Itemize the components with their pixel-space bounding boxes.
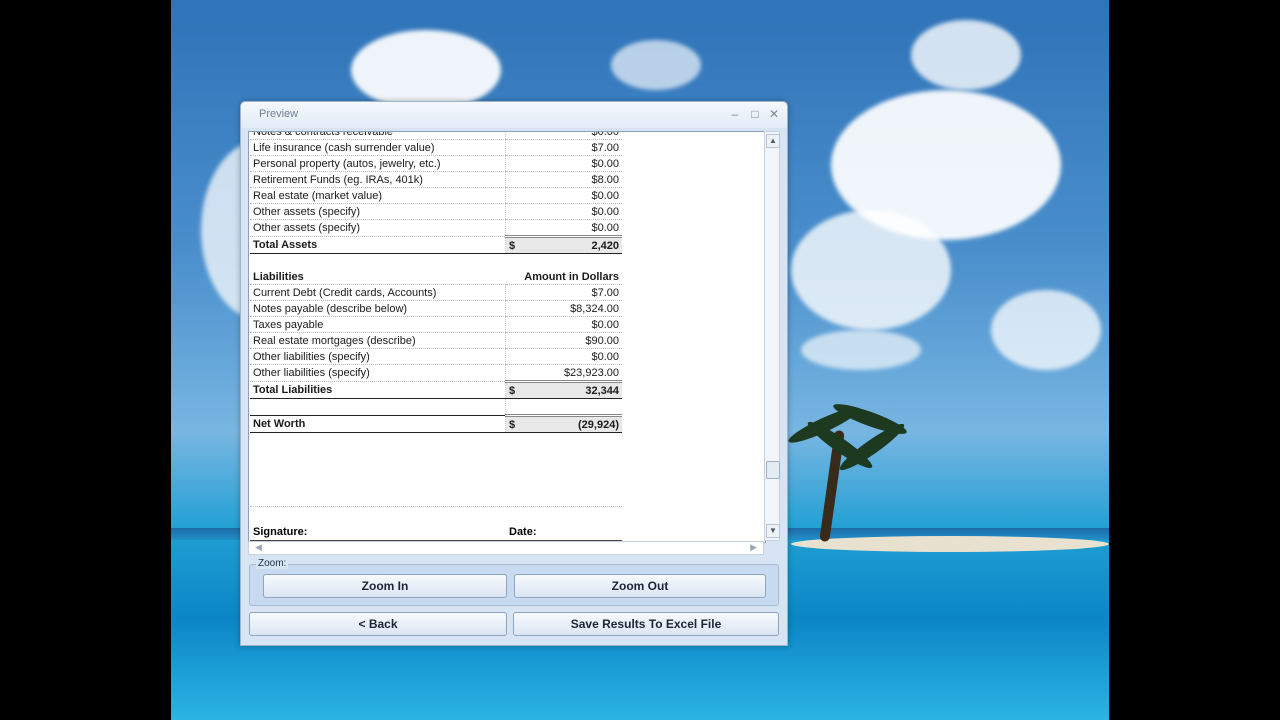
cloud	[611, 40, 701, 90]
spacer-row	[250, 398, 622, 416]
liabilities-heading: Liabilities	[250, 269, 506, 285]
arrow-right-icon[interactable]: ▶	[750, 542, 757, 553]
row-label: Notes payable (describe below)	[250, 300, 506, 317]
back-button[interactable]: < Back	[249, 612, 507, 636]
table-row: Notes payable (describe below) $8,324.00	[250, 300, 622, 317]
spacer-row	[250, 254, 622, 270]
row-value: $8.00	[505, 171, 622, 188]
row-value: $0.00	[505, 316, 622, 333]
arrow-down-icon[interactable]: ▼	[766, 524, 780, 538]
zoom-group: Zoom: Zoom In Zoom Out	[249, 558, 779, 606]
row-label: Real estate (market value)	[250, 187, 506, 204]
zoom-in-button[interactable]: Zoom In	[263, 574, 507, 598]
zoom-legend: Zoom:	[256, 558, 289, 569]
arrow-left-icon[interactable]: ◀	[255, 542, 262, 553]
row-value: $0.00	[505, 203, 622, 220]
currency-symbol: $	[509, 384, 516, 397]
total-liabilities-label: Total Liabilities	[250, 381, 506, 399]
row-value: $7.00	[505, 139, 622, 156]
row-label: Personal property (autos, jewelry, etc.)	[250, 155, 506, 172]
row-label: Other assets (specify)	[250, 219, 506, 237]
close-button[interactable]: ✕	[766, 106, 782, 122]
title-bar[interactable]: Preview – □ ✕	[241, 102, 787, 128]
table-row: Personal property (autos, jewelry, etc.)…	[250, 155, 622, 172]
signature-label: Signature:	[253, 526, 308, 538]
cloud	[801, 330, 921, 370]
row-value: $90.00	[505, 332, 622, 349]
date-label: Date:	[509, 526, 537, 538]
net-worth-value: $ (29,924)	[505, 414, 622, 433]
total-assets-value: $2,420	[505, 235, 622, 254]
net-worth-label: Net Worth	[250, 415, 506, 433]
table-row: Other liabilities (specify) $0.00	[250, 348, 622, 365]
total-liabilities-amount: 32,344	[585, 384, 619, 397]
table-row: Life insurance (cash surrender value) $7…	[250, 139, 622, 156]
zoom-out-button[interactable]: Zoom Out	[514, 574, 766, 598]
table-row: Real estate (market value) $0.00	[250, 187, 622, 204]
cloud	[911, 20, 1021, 90]
row-value: $8,324.00	[505, 300, 622, 317]
row-value: $0.00	[505, 132, 622, 140]
row-label: Other liabilities (specify)	[250, 348, 506, 365]
row-label: Real estate mortgages (describe)	[250, 332, 506, 349]
table-row: Taxes payable $0.00	[250, 316, 622, 333]
currency-symbol: $	[509, 239, 516, 252]
row-label: Current Debt (Credit cards, Accounts)	[250, 284, 506, 301]
signature-divider	[250, 506, 622, 507]
table-row: Notes & contracts receivable $0.00	[250, 132, 622, 140]
signature-row: Signature: Date:	[250, 526, 622, 541]
currency-symbol: $	[509, 418, 516, 431]
row-label: Other assets (specify)	[250, 203, 506, 220]
row-value: $0.00	[505, 219, 622, 237]
row-value: $7.00	[505, 284, 622, 301]
table-row: Real estate mortgages (describe) $90.00	[250, 332, 622, 349]
cloud	[991, 290, 1101, 370]
row-label: Other liabilities (specify)	[250, 364, 506, 382]
total-liabilities-row: Total Liabilities $32,344	[250, 380, 622, 399]
window-title: Preview	[259, 108, 299, 120]
liabilities-header-row: Liabilities Amount in Dollars	[250, 269, 622, 285]
total-liabilities-value: $32,344	[505, 380, 622, 399]
total-assets-label: Total Assets	[250, 236, 506, 254]
island	[791, 536, 1109, 552]
total-assets-amount: 2,420	[591, 239, 619, 252]
table-row: Other assets (specify) $0.00	[250, 219, 622, 237]
row-label: Notes & contracts receivable	[250, 132, 506, 140]
net-worth-row: Net Worth $ (29,924)	[250, 414, 622, 433]
total-assets-row: Total Assets $2,420	[250, 235, 622, 254]
net-worth-sheet: Notes & contracts receivable $0.00 Life …	[250, 132, 622, 433]
row-value: $0.00	[505, 187, 622, 204]
row-value: $23,923.00	[505, 364, 622, 382]
net-worth-amount: (29,924)	[578, 418, 619, 431]
cloud	[351, 30, 501, 110]
arrow-up-icon[interactable]: ▲	[766, 134, 780, 148]
table-row: Retirement Funds (eg. IRAs, 401k) $8.00	[250, 171, 622, 188]
row-label: Life insurance (cash surrender value)	[250, 139, 506, 156]
horizontal-scrollbar[interactable]: ◀ ▶	[248, 541, 764, 555]
row-value: $0.00	[505, 155, 622, 172]
amount-column-heading: Amount in Dollars	[505, 269, 622, 285]
cloud	[791, 210, 951, 330]
preview-document[interactable]: Notes & contracts receivable $0.00 Life …	[248, 131, 766, 543]
table-row: Current Debt (Credit cards, Accounts) $7…	[250, 284, 622, 301]
vertical-scrollbar[interactable]: ▲ ▼	[764, 131, 780, 541]
save-to-excel-button[interactable]: Save Results To Excel File	[513, 612, 779, 636]
row-value: $0.00	[505, 348, 622, 365]
row-label: Taxes payable	[250, 316, 506, 333]
minimize-button[interactable]: –	[727, 106, 743, 122]
preview-window: Preview – □ ✕ Notes & contracts receivab…	[240, 101, 788, 646]
table-row: Other liabilities (specify) $23,923.00	[250, 364, 622, 382]
row-label: Retirement Funds (eg. IRAs, 401k)	[250, 171, 506, 188]
maximize-button[interactable]: □	[747, 106, 763, 122]
table-row: Other assets (specify) $0.00	[250, 203, 622, 220]
scrollbar-thumb[interactable]	[766, 461, 780, 479]
